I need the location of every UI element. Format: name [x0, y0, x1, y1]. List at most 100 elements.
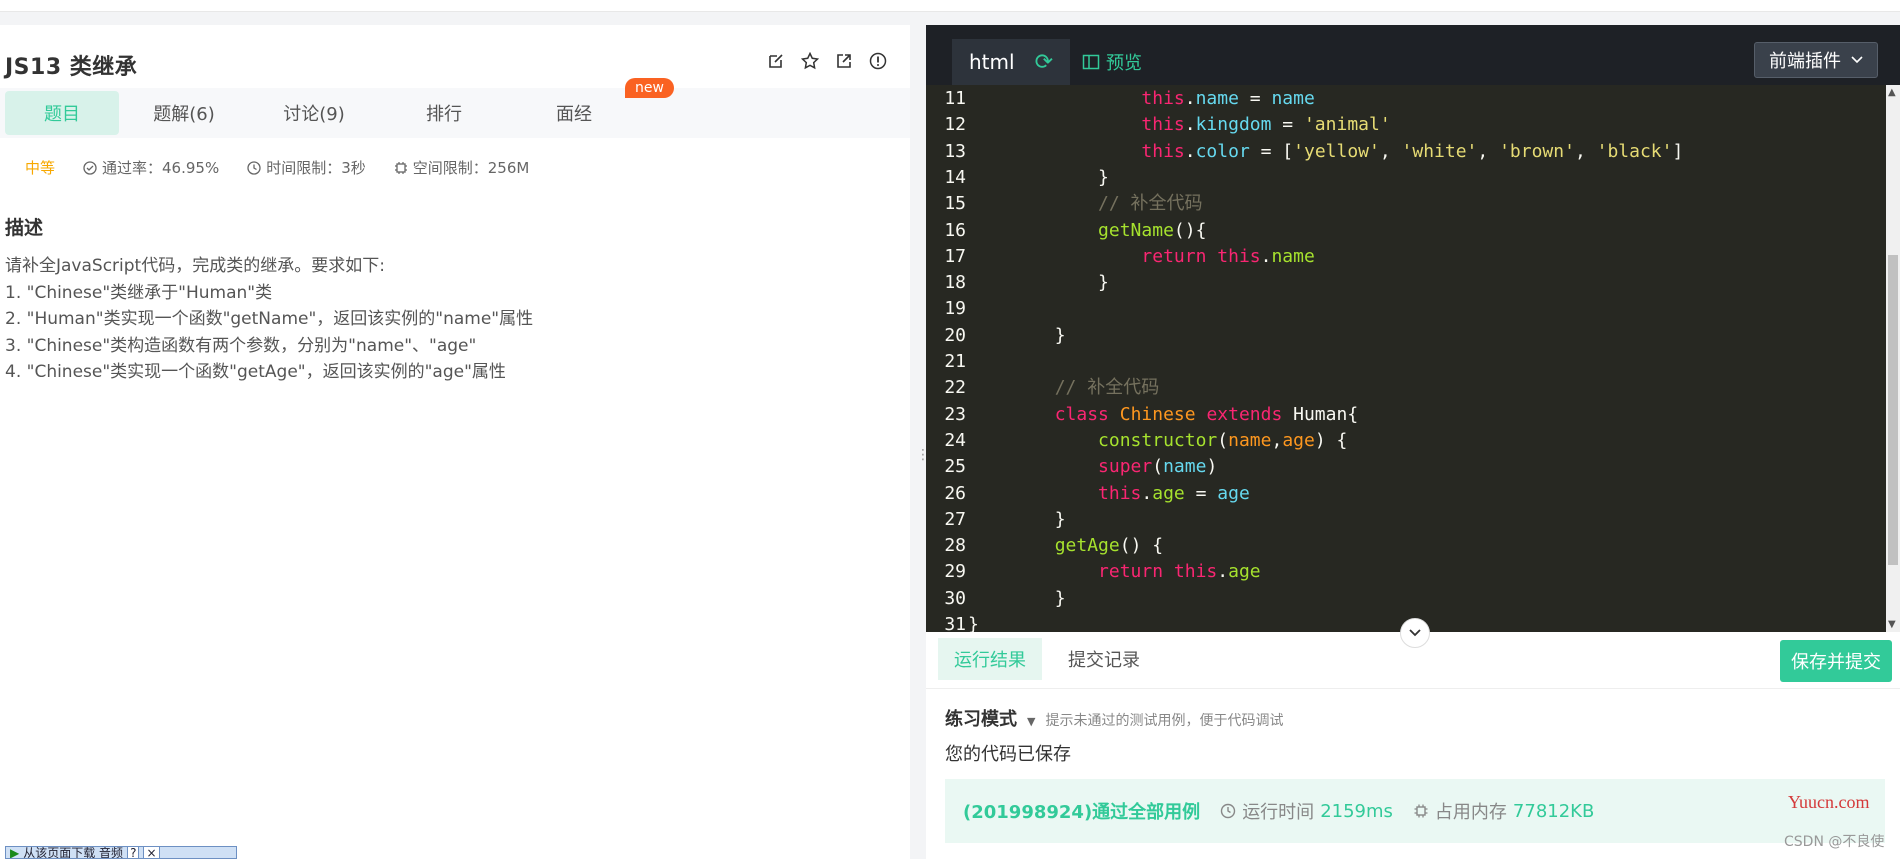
tab-run-result[interactable]: 运行结果 [938, 638, 1042, 680]
line-number: 12 [944, 114, 966, 136]
code-text: } [1098, 272, 1109, 294]
tab-discussion[interactable]: 讨论(9) [249, 91, 379, 135]
code-line[interactable]: 16 getName(){ [926, 218, 1886, 244]
space-limit: 空间限制：256M [394, 157, 529, 178]
code-line[interactable]: 20 } [926, 323, 1886, 349]
chevron-down-icon [1851, 56, 1863, 64]
line-number: 18 [944, 272, 966, 294]
code-text: } [968, 614, 979, 632]
description-heading: 描述 [5, 217, 44, 239]
memory-stat: 占用内存 77812KB [1413, 798, 1594, 824]
code-line[interactable]: 17 return this.name [926, 244, 1886, 270]
star-icon[interactable] [800, 51, 820, 71]
line-number: 31 [944, 614, 966, 632]
description-line: 1. "Chinese"类继承于"Human"类 [5, 282, 273, 303]
line-number: 20 [944, 324, 966, 346]
pass-rate: 通过率：46.95% [83, 157, 219, 178]
code-line[interactable]: 23 class Chinese extends Human{ [926, 402, 1886, 428]
code-line[interactable]: 29 return this.age [926, 559, 1886, 585]
check-circle-icon [83, 160, 97, 175]
chip-icon [394, 161, 407, 174]
mode-selector[interactable]: 练习模式 ▼ 提示未通过的测试用例，便于代码调试 [945, 705, 1283, 731]
caret-down-icon: ▼ [1027, 715, 1036, 728]
code-text: this.name = name [1141, 88, 1315, 109]
code-line[interactable]: 27 } [926, 507, 1886, 533]
help-icon[interactable]: ? [127, 847, 140, 858]
line-number: 30 [944, 587, 966, 609]
description-line: 2. "Human"类实现一个函数"getName"，返回该实例的"name"属… [5, 309, 534, 329]
line-number: 27 [944, 508, 966, 530]
new-badge: new [625, 78, 674, 98]
chevron-down-icon [1409, 629, 1421, 637]
code-text: return this.age [1098, 561, 1261, 583]
code-line[interactable]: 15 // 补全代码 [926, 191, 1886, 217]
download-bar[interactable]: ▶ 从该页面下载 音频 ? × [5, 846, 237, 859]
code-text: super(name) [1098, 456, 1218, 478]
line-number: 26 [944, 482, 966, 504]
editor-scrollbar[interactable]: ▲ ▼ [1886, 85, 1900, 632]
code-text: getAge() { [1054, 535, 1164, 557]
lang-tab-html[interactable]: html ⟳ [952, 39, 1070, 85]
line-number: 15 [944, 193, 966, 215]
mode-hint: 提示未通过的测试用例，便于代码调试 [1045, 713, 1284, 729]
saved-message: 您的代码已保存 [945, 744, 1071, 765]
code-line[interactable]: 28 getAge() { [926, 533, 1886, 559]
code-line[interactable]: 19 [926, 296, 1886, 322]
watermark-credit: CSDN @不良使 [1784, 834, 1885, 850]
description-line: 请补全JavaScript代码，完成类的继承。要求如下: [5, 256, 385, 276]
code-line[interactable]: 26 this.age = age [926, 481, 1886, 507]
edit-icon[interactable] [766, 51, 786, 71]
preview-icon [1082, 54, 1100, 70]
code-line[interactable]: 14 } [926, 165, 1886, 191]
code-line[interactable]: 24 constructor(name,age) { [926, 428, 1886, 454]
tab-submit-history[interactable]: 提交记录 [1052, 638, 1156, 680]
scroll-up-icon[interactable]: ▲ [1888, 87, 1896, 98]
problem-meta: 中等 通过率：46.95% 时间限制：3秒 空间限制：256M [25, 157, 529, 178]
difficulty-label: 中等 [25, 159, 56, 177]
code-editor[interactable]: 11 this.name = name 12 this.kingdom = 'an… [926, 85, 1886, 632]
scroll-down-icon[interactable]: ▼ [1888, 619, 1896, 630]
line-number: 11 [944, 88, 966, 109]
tab-interview[interactable]: 面经 [509, 91, 639, 135]
refresh-icon[interactable]: ⟳ [1035, 50, 1053, 75]
code-line[interactable]: 21 [926, 349, 1886, 375]
code-text: return this.name [1141, 245, 1315, 267]
code-text: } [1054, 324, 1066, 346]
code-text: // 补全代码 [1054, 377, 1160, 399]
code-text: constructor(name,age) { [1098, 429, 1348, 451]
tab-solutions[interactable]: 题解(6) [119, 91, 249, 135]
code-line[interactable]: 25 super(name) [926, 454, 1886, 480]
code-line[interactable]: 12 this.kingdom = 'animal' [926, 112, 1886, 138]
description-line: 4. "Chinese"类实现一个函数"getAge"，返回该实例的"age"属… [5, 362, 506, 382]
scroll-thumb[interactable] [1888, 255, 1898, 565]
collapse-console-button[interactable] [1400, 618, 1430, 648]
line-number: 24 [944, 429, 966, 451]
tab-problem[interactable]: 题目 [5, 91, 119, 135]
close-icon[interactable]: × [143, 847, 160, 858]
line-number: 19 [944, 298, 966, 320]
plugin-dropdown[interactable]: 前端插件 [1754, 42, 1878, 78]
report-icon[interactable] [868, 51, 888, 71]
line-number: 22 [944, 377, 966, 399]
line-number: 21 [944, 351, 966, 372]
chip-icon [1414, 804, 1428, 818]
code-text: } [1098, 166, 1109, 188]
code-line[interactable]: 11 this.name = name [926, 86, 1886, 112]
divider [926, 688, 1900, 689]
save-submit-button[interactable]: 保存并提交 [1780, 640, 1892, 682]
code-text: // 补全代码 [1098, 193, 1203, 215]
code-line[interactable]: 18 } [926, 270, 1886, 296]
code-line[interactable]: 13 this.color = ['yellow', 'white', 'bro… [926, 139, 1886, 165]
preview-button[interactable]: 预览 [1082, 49, 1142, 75]
code-line[interactable]: 22 // 补全代码 [926, 375, 1886, 401]
tab-ranking[interactable]: 排行 [379, 91, 509, 135]
problem-panel: JS13 类继承 题目 题解(6) 讨论(9) 排行 面经 new 中等 通过率… [0, 25, 910, 859]
description-body: 请补全JavaScript代码，完成类的继承。要求如下: 1. "Chinese… [5, 253, 533, 386]
editor-panel: html ⟳ 预览 前端插件 11 this.name = name 12 thi… [926, 25, 1900, 859]
line-number: 17 [944, 245, 966, 267]
time-limit: 时间限制：3秒 [247, 157, 366, 178]
top-bar [0, 0, 1900, 12]
clock-icon [1220, 803, 1236, 819]
share-icon[interactable] [834, 51, 854, 71]
code-line[interactable]: 30 } [926, 586, 1886, 612]
